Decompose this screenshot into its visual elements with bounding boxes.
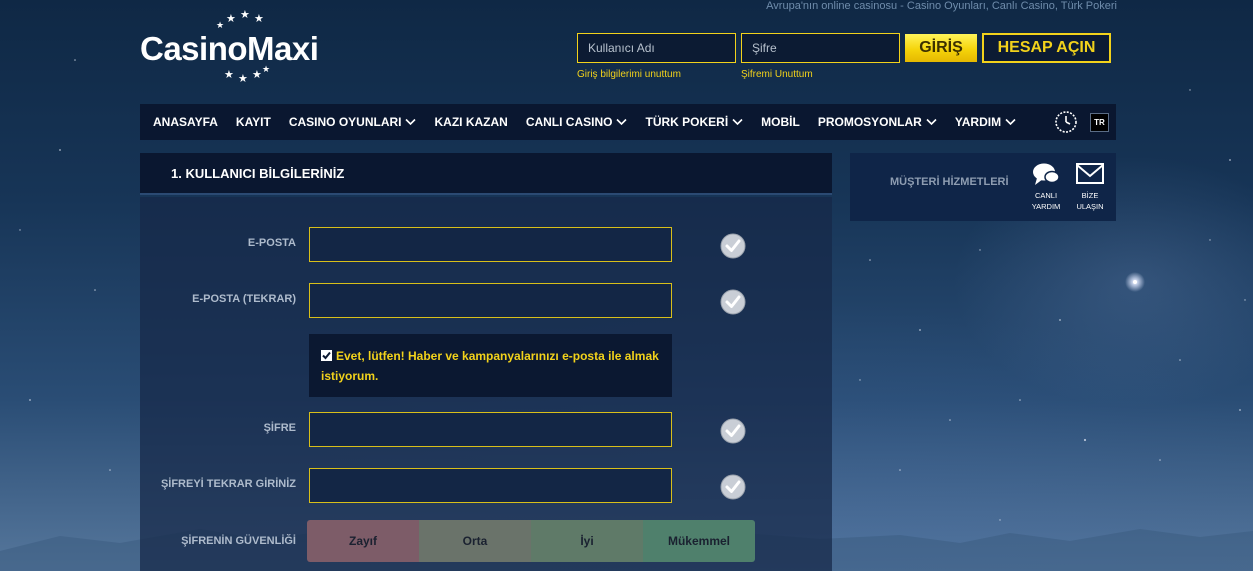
casinomaxi-logo[interactable]: ★ ★ ★ ★ ★ ★ ★ ★ CasinoMaxi xyxy=(140,8,340,84)
strength-excellent: Mükemmel xyxy=(643,520,755,562)
contact-label-1: BİZE xyxy=(1081,191,1099,200)
chat-bubbles-icon xyxy=(1033,163,1060,185)
nav-item-4[interactable]: CANLI CASINO xyxy=(517,104,637,140)
newsletter-consent[interactable]: Evet, lütfen! Haber ve kampanyalarınızı … xyxy=(309,334,672,397)
strength-medium: Orta xyxy=(419,520,531,562)
nav-item-6[interactable]: MOBİL xyxy=(752,104,809,140)
email-valid-check-icon xyxy=(720,233,746,259)
chevron-down-icon xyxy=(926,118,937,126)
register-button[interactable]: HESAP AÇIN xyxy=(982,33,1111,63)
nav-item-label: PROMOSYONLAR xyxy=(817,115,922,129)
email-repeat-field[interactable] xyxy=(309,283,672,318)
username-input[interactable] xyxy=(577,33,736,63)
checkmark-icon xyxy=(322,351,331,360)
nav-item-label: ANASAYFA xyxy=(153,115,218,129)
password-strength-meter: Zayıf Orta İyi Mükemmel xyxy=(307,520,755,562)
chevron-down-icon xyxy=(732,118,743,126)
envelope-icon xyxy=(1076,163,1104,184)
svg-text:★: ★ xyxy=(240,8,250,21)
email-label: E-POSTA xyxy=(247,237,296,249)
contact-us-button[interactable]: BİZE ULAŞIN xyxy=(1072,161,1108,212)
site-tagline: Avrupa'nın online casinosu - Casino Oyun… xyxy=(766,0,1117,12)
password-valid-check-icon xyxy=(720,418,746,444)
password-strength-label: ŞİFRENİN GÜVENLİĞİ xyxy=(181,535,296,547)
password-repeat-valid-check-icon xyxy=(720,474,746,500)
nav-item-8[interactable]: YARDIM xyxy=(946,104,1025,140)
nav-item-label: CANLI CASINO xyxy=(525,115,613,129)
section-title: 1. KULLANICI BİLGİLERİNİZ xyxy=(140,153,832,195)
password-repeat-label: ŞİFREYİ TEKRAR GİRİNİZ xyxy=(160,478,296,490)
consent-checkbox[interactable] xyxy=(321,350,332,361)
svg-text:★: ★ xyxy=(238,72,248,84)
nav-item-2[interactable]: CASINO OYUNLARI xyxy=(280,104,426,140)
svg-text:★: ★ xyxy=(224,68,234,81)
nav-item-7[interactable]: PROMOSYONLAR xyxy=(809,104,946,140)
chevron-down-icon xyxy=(405,118,417,126)
chevron-down-icon xyxy=(616,118,628,126)
consent-text: Evet, lütfen! Haber ve kampanyalarınızı … xyxy=(321,349,659,383)
password-repeat-field[interactable] xyxy=(309,468,672,503)
email-field[interactable] xyxy=(309,227,672,262)
strength-good: İyi xyxy=(531,520,643,562)
nav-item-label: CASINO OYUNLARI xyxy=(288,115,402,129)
password-input[interactable] xyxy=(741,33,900,63)
forgot-password-link[interactable]: Şifremi Unuttum xyxy=(741,69,813,80)
contact-label-2: ULAŞIN xyxy=(1076,202,1104,211)
password-label: ŞİFRE xyxy=(263,422,296,434)
nav-item-3[interactable]: KAZI KAZAN xyxy=(425,104,516,140)
nav-item-label: KAYIT xyxy=(235,115,271,129)
nav-item-0[interactable]: ANASAYFA xyxy=(140,104,227,140)
language-selector[interactable]: TR xyxy=(1090,113,1109,132)
email-repeat-valid-check-icon xyxy=(720,289,746,315)
nav-item-5[interactable]: TÜRK POKERİ xyxy=(636,104,752,140)
nav-item-label: KAZI KAZAN xyxy=(434,115,508,129)
svg-text:★: ★ xyxy=(226,12,236,25)
login-button[interactable]: GİRİŞ xyxy=(905,34,977,62)
customer-service-box: MÜŞTERİ HİZMETLERİ CANLI YARDIM BİZE ULA… xyxy=(850,153,1116,221)
password-field[interactable] xyxy=(309,412,672,447)
live-help-label-1: CANLI xyxy=(1034,191,1058,200)
nav-item-1[interactable]: KAYIT xyxy=(227,104,280,140)
chevron-down-icon xyxy=(1005,118,1016,126)
live-help-label-2: YARDIM xyxy=(1031,202,1061,211)
nav-item-label: YARDIM xyxy=(954,115,1002,129)
email-repeat-label: E-POSTA (TEKRAR) xyxy=(192,293,296,305)
logo-wordmark: CasinoMaxi xyxy=(140,30,319,67)
customer-service-title: MÜŞTERİ HİZMETLERİ xyxy=(890,176,1009,188)
svg-text:★: ★ xyxy=(252,68,262,81)
nav-item-label: TÜRK POKERİ xyxy=(645,115,729,129)
strength-weak: Zayıf xyxy=(307,520,419,562)
clock-icon[interactable] xyxy=(1054,110,1078,134)
svg-text:★: ★ xyxy=(254,12,264,25)
main-navigation: ANASAYFA KAYIT CASINO OYUNLARI KAZI KAZAN CA… xyxy=(140,104,1116,140)
nav-item-label: MOBİL xyxy=(761,115,800,129)
forgot-credentials-link[interactable]: Giriş bilgilerimi unuttum xyxy=(577,69,681,80)
live-help-button[interactable]: CANLI YARDIM xyxy=(1028,161,1064,212)
